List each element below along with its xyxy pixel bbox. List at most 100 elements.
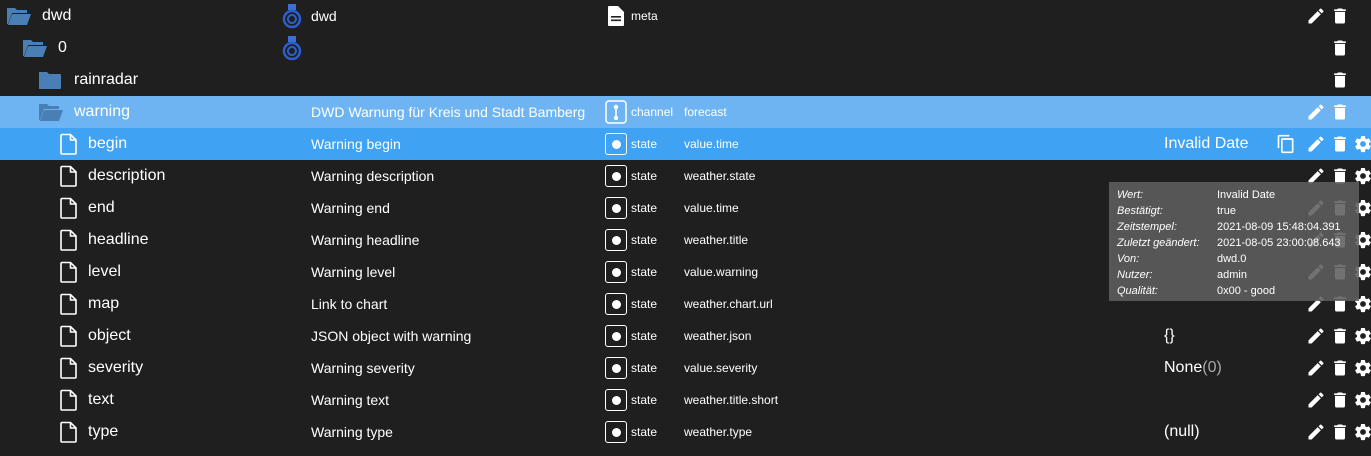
tree-row-state[interactable]: begin Warning begin state value.time Invalid… (0, 128, 1371, 160)
state-icon (605, 293, 627, 315)
tree-node-desc: Warning headline (311, 232, 420, 248)
tooltip-key: Nutzer: (1117, 269, 1153, 281)
delete-icon[interactable] (1330, 326, 1350, 346)
tree-node-type: state (631, 137, 658, 151)
gear-icon[interactable] (1353, 326, 1371, 346)
tooltip-row: Bestätigt: true (1117, 203, 1351, 219)
file-icon (60, 192, 78, 224)
state-value-text: None (1164, 359, 1203, 376)
tree-node-name: dwd (42, 7, 72, 24)
state-value[interactable]: (null) (1164, 416, 1200, 448)
tooltip-key: Wert: (1117, 189, 1144, 201)
tree-node-role: value.time (684, 137, 739, 151)
folder-open-icon[interactable] (6, 0, 32, 32)
gear-icon[interactable] (1353, 134, 1371, 154)
tree-row-warning[interactable]: warning DWD Warnung für Kreis und Stadt … (0, 96, 1371, 128)
tooltip-key: Von: (1117, 253, 1140, 265)
edit-icon[interactable] (1306, 102, 1326, 122)
tree-row-state[interactable]: object JSON object with warning state weath… (0, 320, 1371, 352)
edit-icon[interactable] (1306, 390, 1326, 410)
tooltip-key: Zeitstempel: (1117, 221, 1177, 233)
folder-open-icon[interactable] (22, 32, 48, 64)
tree-node-type: state (631, 329, 658, 343)
state-icon (605, 197, 627, 219)
delete-icon[interactable] (1330, 102, 1350, 122)
state-value[interactable]: {} (1164, 320, 1175, 352)
state-value-raw: (0) (1202, 359, 1222, 376)
tree-node-role: value.severity (684, 361, 758, 375)
tree-node-role: value.warning (684, 265, 759, 279)
tree-node-desc: Warning type (311, 424, 393, 440)
state-icon (605, 229, 627, 251)
edit-icon[interactable] (1306, 134, 1326, 154)
state-icon (605, 261, 627, 283)
tree-node-role: forecast (684, 105, 727, 119)
delete-icon[interactable] (1330, 134, 1350, 154)
folder-open-icon[interactable] (38, 96, 64, 128)
state-value[interactable]: Invalid Date (1164, 128, 1249, 160)
tooltip-key: Zuletzt geändert: (1117, 237, 1200, 249)
gear-icon[interactable] (1353, 358, 1371, 378)
tree-row-adapter[interactable]: dwd dwd meta (0, 0, 1371, 32)
file-icon (60, 160, 78, 192)
state-icon (605, 325, 627, 347)
tree-node-role: weather.type (684, 425, 753, 439)
tree-node-type: state (631, 265, 658, 279)
edit-icon[interactable] (1306, 358, 1326, 378)
tree-node-role: weather.state (684, 169, 756, 183)
gear-icon[interactable] (1353, 390, 1371, 410)
state-value-text: (null) (1164, 423, 1200, 440)
tree-node-desc: Warning end (311, 200, 390, 216)
tree-node-role: weather.title (684, 233, 749, 247)
tree-row-state[interactable]: severity Warning severity state value.sever… (0, 352, 1371, 384)
state-value[interactable]: None (0) (1164, 352, 1222, 384)
copy-icon[interactable] (1276, 134, 1296, 154)
edit-icon[interactable] (1306, 6, 1326, 26)
tooltip-row: Nutzer: admin (1117, 267, 1351, 283)
file-icon (60, 288, 78, 320)
tree-node-name: warning (74, 103, 131, 120)
tree-row-state[interactable]: type Warning type state weather.type (null) (0, 416, 1371, 448)
folder-closed-icon[interactable] (38, 64, 62, 96)
state-icon (605, 165, 627, 187)
tree-node-desc: Warning level (311, 264, 396, 280)
channel-icon (605, 96, 627, 128)
edit-icon[interactable] (1306, 422, 1326, 442)
delete-icon[interactable] (1330, 422, 1350, 442)
tree-node-type: state (631, 169, 658, 183)
tree-node-desc: Warning severity (311, 360, 415, 376)
tree-node-role: weather.json (684, 329, 752, 343)
tree-row-instance[interactable]: 0 (0, 32, 1371, 64)
tooltip-value: Invalid Date (1217, 189, 1276, 201)
tree-node-name: type (88, 423, 119, 440)
delete-icon[interactable] (1330, 38, 1350, 58)
value-tooltip: Wert: Invalid Date Bestätigt: true Zeitstemp… (1109, 182, 1359, 301)
file-icon (60, 320, 78, 352)
tooltip-row: Wert: Invalid Date (1117, 187, 1351, 203)
file-icon (60, 352, 78, 384)
tree-node-name: level (88, 263, 121, 280)
tooltip-value: 0x00 - good (1217, 285, 1276, 297)
gear-icon[interactable] (1353, 422, 1371, 442)
tree-node-name: 0 (58, 39, 67, 56)
edit-icon[interactable] (1306, 326, 1326, 346)
delete-icon[interactable] (1330, 390, 1350, 410)
tooltip-value: dwd.0 (1217, 253, 1247, 265)
delete-icon[interactable] (1330, 358, 1350, 378)
adapter-logo-icon (280, 0, 304, 32)
file-icon (60, 416, 78, 448)
tooltip-value: true (1217, 205, 1236, 217)
delete-icon[interactable] (1330, 70, 1350, 90)
tree-node-name: map (88, 295, 120, 312)
tree-node-type: state (631, 233, 658, 247)
tree-row-state[interactable]: text Warning text state weather.title.short (0, 384, 1371, 416)
tree-node-desc: Warning begin (311, 136, 401, 152)
tree-row-rainradar[interactable]: rainradar (0, 64, 1371, 96)
delete-icon[interactable] (1330, 6, 1350, 26)
tree-node-role: weather.title.short (684, 393, 779, 407)
tree-node-name: object (88, 327, 131, 344)
tree-node-type: state (631, 393, 658, 407)
file-icon (60, 384, 78, 416)
tree-node-name: begin (88, 135, 128, 152)
tree-node-name: end (88, 199, 115, 216)
